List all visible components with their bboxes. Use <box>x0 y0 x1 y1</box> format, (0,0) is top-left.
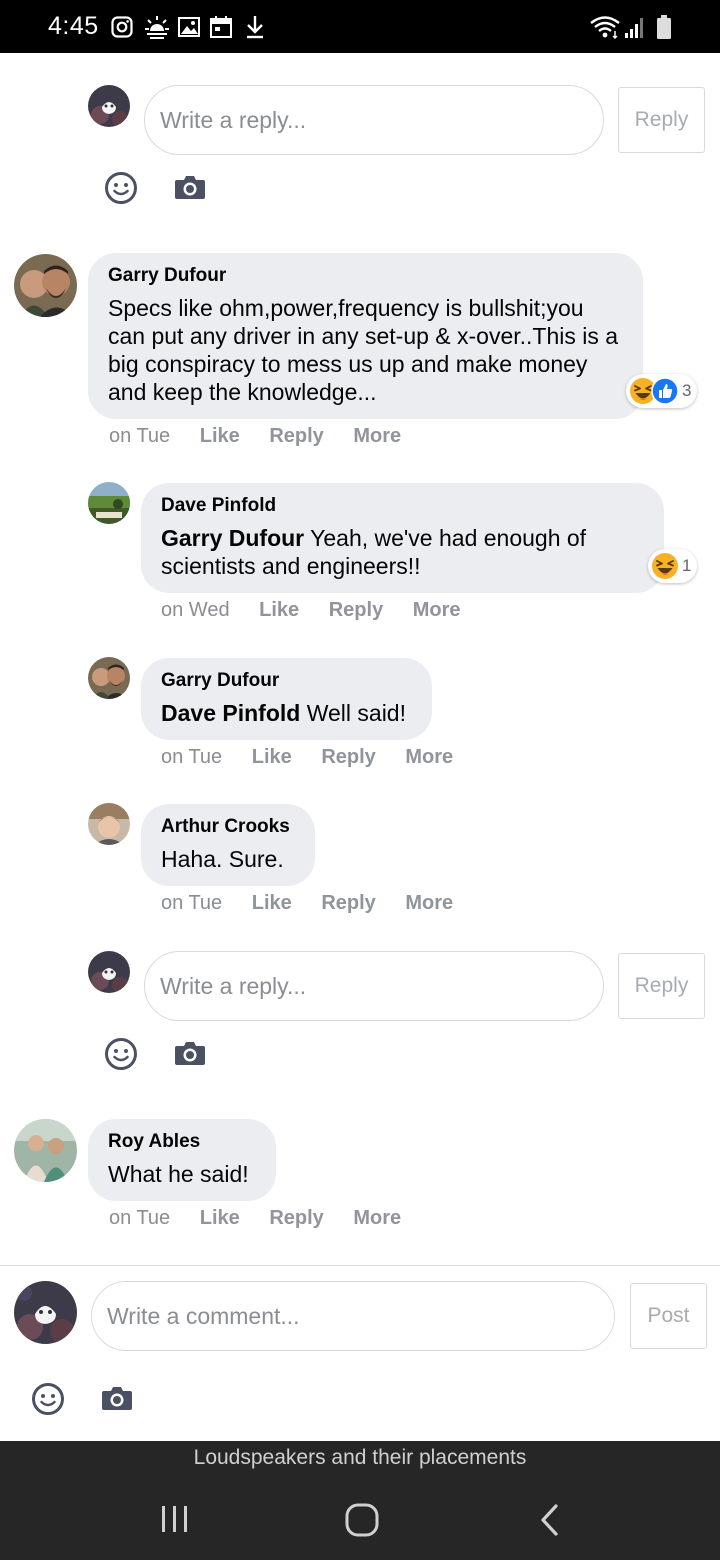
comment-time: on Tue <box>109 1207 171 1229</box>
comment-time: on Tue <box>109 425 171 447</box>
avatar[interactable] <box>88 85 130 127</box>
wifi-icon <box>588 14 622 40</box>
more-link[interactable]: More <box>405 746 453 768</box>
like-button[interactable]: Like <box>252 746 292 768</box>
more-link[interactable]: More <box>405 892 453 914</box>
emoji-icon[interactable] <box>31 1382 65 1416</box>
reply-input[interactable]: Write a reply... <box>144 951 604 1021</box>
like-button[interactable]: Like <box>252 892 292 914</box>
reply-link[interactable]: Reply <box>321 746 375 768</box>
battery-icon <box>656 14 672 40</box>
reaction-summary[interactable]: 1 <box>648 549 698 583</box>
like-icon <box>651 377 679 405</box>
mention-link[interactable]: Dave Pinfold <box>161 700 300 726</box>
mention-link[interactable]: Garry Dufour <box>161 525 304 551</box>
calendar-icon <box>209 14 233 40</box>
status-time: 4:45 <box>48 12 99 40</box>
comment-author[interactable]: Garry Dufour <box>108 264 623 288</box>
comment-text-wrap: Garry Dufour Yeah, we've had enough of s… <box>161 524 644 580</box>
reaction-summary[interactable]: 3 <box>626 374 698 408</box>
reply-link[interactable]: Reply <box>269 425 323 447</box>
comment-text: What he said! <box>108 1161 249 1187</box>
comment-input[interactable]: Write a comment... <box>91 1281 615 1351</box>
emoji-icon[interactable] <box>104 171 138 205</box>
like-button[interactable]: Like <box>259 599 299 621</box>
camera-icon[interactable] <box>174 1040 206 1066</box>
camera-icon[interactable] <box>174 174 206 200</box>
like-button[interactable]: Like <box>200 1207 240 1229</box>
comment-bubble: Arthur Crooks Haha. Sure. <box>141 804 315 886</box>
reply-link[interactable]: Reply <box>321 892 375 914</box>
instagram-icon <box>110 14 134 40</box>
reply-button[interactable]: Reply <box>618 953 705 1019</box>
comment-bubble: Roy Ables What he said! <box>88 1119 276 1201</box>
reply-link[interactable]: Reply <box>329 599 383 621</box>
comment-author[interactable]: Roy Ables <box>108 1130 256 1154</box>
comment-actions: on Tue Like Reply More <box>109 425 425 448</box>
page-title: Loudspeakers and their placements <box>193 1446 527 1469</box>
weather-icon <box>143 14 171 40</box>
comment-text-wrap: Dave Pinfold Well said! <box>161 699 412 727</box>
comment-author[interactable]: Arthur Crooks <box>161 815 295 839</box>
haha-icon <box>652 553 678 579</box>
avatar[interactable] <box>88 951 130 993</box>
reply-link[interactable]: Reply <box>269 1207 323 1229</box>
comment-time: on Tue <box>161 746 223 768</box>
more-link[interactable]: More <box>353 425 401 447</box>
comment-bubble: Dave Pinfold Garry Dufour Yeah, we've ha… <box>141 483 664 593</box>
avatar[interactable] <box>14 1119 77 1182</box>
like-button[interactable]: Like <box>200 425 240 447</box>
comment-actions: on Tue Like Reply More <box>161 746 477 769</box>
back-icon[interactable] <box>538 1500 562 1545</box>
avatar[interactable] <box>14 254 77 317</box>
comment-actions: on Tue Like Reply More <box>161 892 477 915</box>
avatar[interactable] <box>88 657 130 699</box>
signal-icon <box>623 14 647 40</box>
status-bar: 4:45 <box>0 0 720 53</box>
reaction-count: 1 <box>682 556 692 575</box>
avatar[interactable] <box>88 482 130 524</box>
recent-apps-icon[interactable] <box>160 1500 190 1545</box>
avatar[interactable] <box>14 1281 77 1344</box>
download-icon <box>244 14 266 40</box>
comment-time: on Wed <box>161 599 230 621</box>
camera-icon[interactable] <box>101 1385 133 1411</box>
post-button[interactable]: Post <box>630 1283 707 1349</box>
home-icon[interactable] <box>344 1500 380 1545</box>
reply-input[interactable]: Write a reply... <box>144 85 604 155</box>
reply-button[interactable]: Reply <box>618 87 705 153</box>
comment-author[interactable]: Dave Pinfold <box>161 494 644 518</box>
more-link[interactable]: More <box>413 599 461 621</box>
gallery-icon <box>177 14 201 40</box>
comment-text: Haha. Sure. <box>161 846 284 872</box>
more-link[interactable]: More <box>353 1207 401 1229</box>
comment-actions: on Wed Like Reply More <box>161 599 485 622</box>
reaction-count: 3 <box>682 381 692 400</box>
emoji-icon[interactable] <box>104 1037 138 1071</box>
divider <box>0 1265 720 1266</box>
comment-text: Specs like ohm,power,frequency is bullsh… <box>108 295 619 405</box>
comment-time: on Tue <box>161 892 223 914</box>
comment-actions: on Tue Like Reply More <box>109 1207 425 1230</box>
comment-bubble: Garry Dufour Dave Pinfold Well said! <box>141 658 432 740</box>
avatar[interactable] <box>88 803 130 845</box>
comment-author[interactable]: Garry Dufour <box>161 669 412 693</box>
comment-text: Well said! <box>306 700 406 726</box>
comment-bubble: Garry Dufour Specs like ohm,power,freque… <box>88 253 643 419</box>
